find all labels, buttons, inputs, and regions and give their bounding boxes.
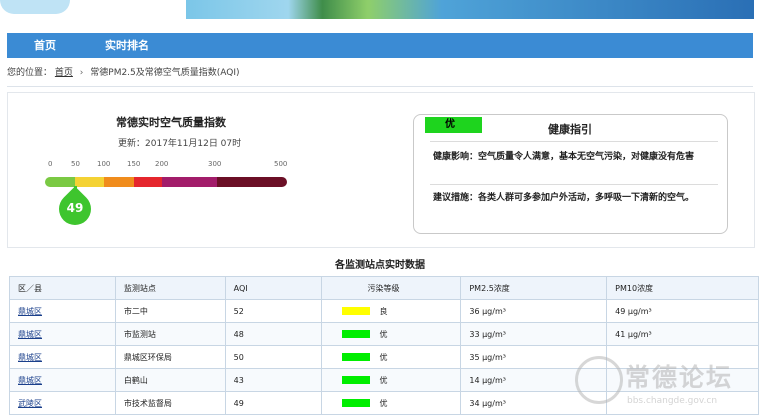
cell-district[interactable]: 武陵区 [9,391,116,415]
scale-segment-severe [217,177,287,187]
scale-segment-heavy [162,177,217,187]
level-text: 优 [379,375,388,385]
cell-station: 市技术监督局 [114,391,226,415]
level-text: 良 [379,306,388,316]
level-swatch [341,330,370,338]
scale-label-150: 150 [127,160,141,168]
health-advice: 建议措施：各类人群可多参加户外活动，多呼吸一下清新的空气。 [433,193,695,203]
cell-district[interactable]: 鼎城区 [9,299,116,323]
health-divider [430,141,718,142]
update-value: 2017年11月12日 07时 [145,139,242,149]
breadcrumb-home-link[interactable]: 首页 [55,68,73,78]
scale-segment-medium [134,177,162,187]
cell-station: 市监测站 [114,322,226,346]
cell-station: 市二中 [114,299,226,323]
cell-aqi: 43 [224,368,322,392]
header-aqi: AQI [224,276,322,300]
scale-label-300: 300 [208,160,222,168]
watermark-url: bbs.changde.gov.cn [627,396,718,406]
watermark-logo: 常德论坛 bbs.changde.gov.cn [575,356,755,414]
cell-district[interactable]: 鼎城区 [9,368,116,392]
scale-label-50: 50 [71,160,80,168]
level-badge: 优 [425,117,482,133]
aqi-value: 49 [66,201,84,215]
scale-label-100: 100 [97,160,111,168]
breadcrumb-prefix: 您的位置： [7,68,53,78]
level-swatch [341,376,370,384]
scale-label-200: 200 [155,160,169,168]
level-swatch [341,399,370,407]
level-text: 优 [379,352,388,362]
nav-realtime-ranking[interactable]: 实时排名 [105,33,149,58]
cell-level: 优 [320,345,462,369]
aqi-scale-bar [45,177,287,187]
scale-label-0: 0 [48,160,53,168]
table-row: 鼎城区 市二中 52 良 36 μg/m³ 49 μg/m³ [9,299,759,323]
table-row: 鼎城区 市监测站 48 优 33 μg/m³ 41 μg/m³ [9,322,759,346]
level-swatch [341,353,370,361]
aqi-title: 常德实时空气质量指数 [116,116,226,129]
divider [7,86,753,87]
cell-aqi: 49 [224,391,322,415]
cell-district[interactable]: 鼎城区 [9,345,116,369]
cell-station: 鼎城区环保局 [114,345,226,369]
stations-title: 各监测站点实时数据 [335,260,425,271]
cell-pm10: 41 μg/m³ [606,322,759,346]
cell-district[interactable]: 鼎城区 [9,322,116,346]
header-pm10: PM10浓度 [606,276,759,300]
level-text: 优 [379,398,388,408]
scale-segment-good [45,177,75,187]
breadcrumb-current: 常德PM2.5及常德空气质量指数(AQI) [90,68,240,78]
health-title: 健康指引 [548,123,592,136]
cell-aqi: 52 [224,299,322,323]
update-label: 更新： [118,139,146,149]
level-text: 优 [379,329,388,339]
scale-segment-moderate [75,177,104,187]
health-divider-2 [430,184,718,185]
header-district: 区／县 [9,276,116,300]
health-effect: 健康影响：空气质量令人满意，基本无空气污染，对健康没有危害 [433,152,695,162]
breadcrumb-chevron-icon: › [79,68,84,78]
level-swatch [341,307,370,315]
banner-decor-text [506,3,746,7]
breadcrumb: 您的位置： 首页 › 常德PM2.5及常德空气质量指数(AQI) [7,66,240,80]
scale-segment-light [104,177,134,187]
header-station: 监测站点 [114,276,226,300]
watermark-text: 常德论坛 [625,363,734,392]
cell-level: 优 [320,368,462,392]
cell-pm25: 33 μg/m³ [460,322,608,346]
cell-station: 白鹤山 [114,368,226,392]
aqi-update-time: 更新：2017年11月12日 07时 [118,136,241,149]
cell-aqi: 48 [224,322,322,346]
site-logo [0,0,70,14]
cell-level: 优 [320,391,462,415]
cell-pm25: 36 μg/m³ [460,299,608,323]
scale-label-500: 500 [274,160,288,168]
cell-level: 良 [320,299,462,323]
cell-aqi: 50 [224,345,322,369]
cell-pm10: 49 μg/m³ [606,299,759,323]
header-pm25: PM2.5浓度 [460,276,608,300]
table-header-row: 区／县 监测站点 AQI 污染等级 PM2.5浓度 PM10浓度 [9,276,759,300]
watermark-seal-icon [575,356,623,404]
main-nav: 首页 实时排名 [7,33,753,58]
header-level: 污染等级 [320,276,462,300]
nav-home[interactable]: 首页 [34,33,56,58]
cell-level: 优 [320,322,462,346]
header-banner [186,0,754,19]
